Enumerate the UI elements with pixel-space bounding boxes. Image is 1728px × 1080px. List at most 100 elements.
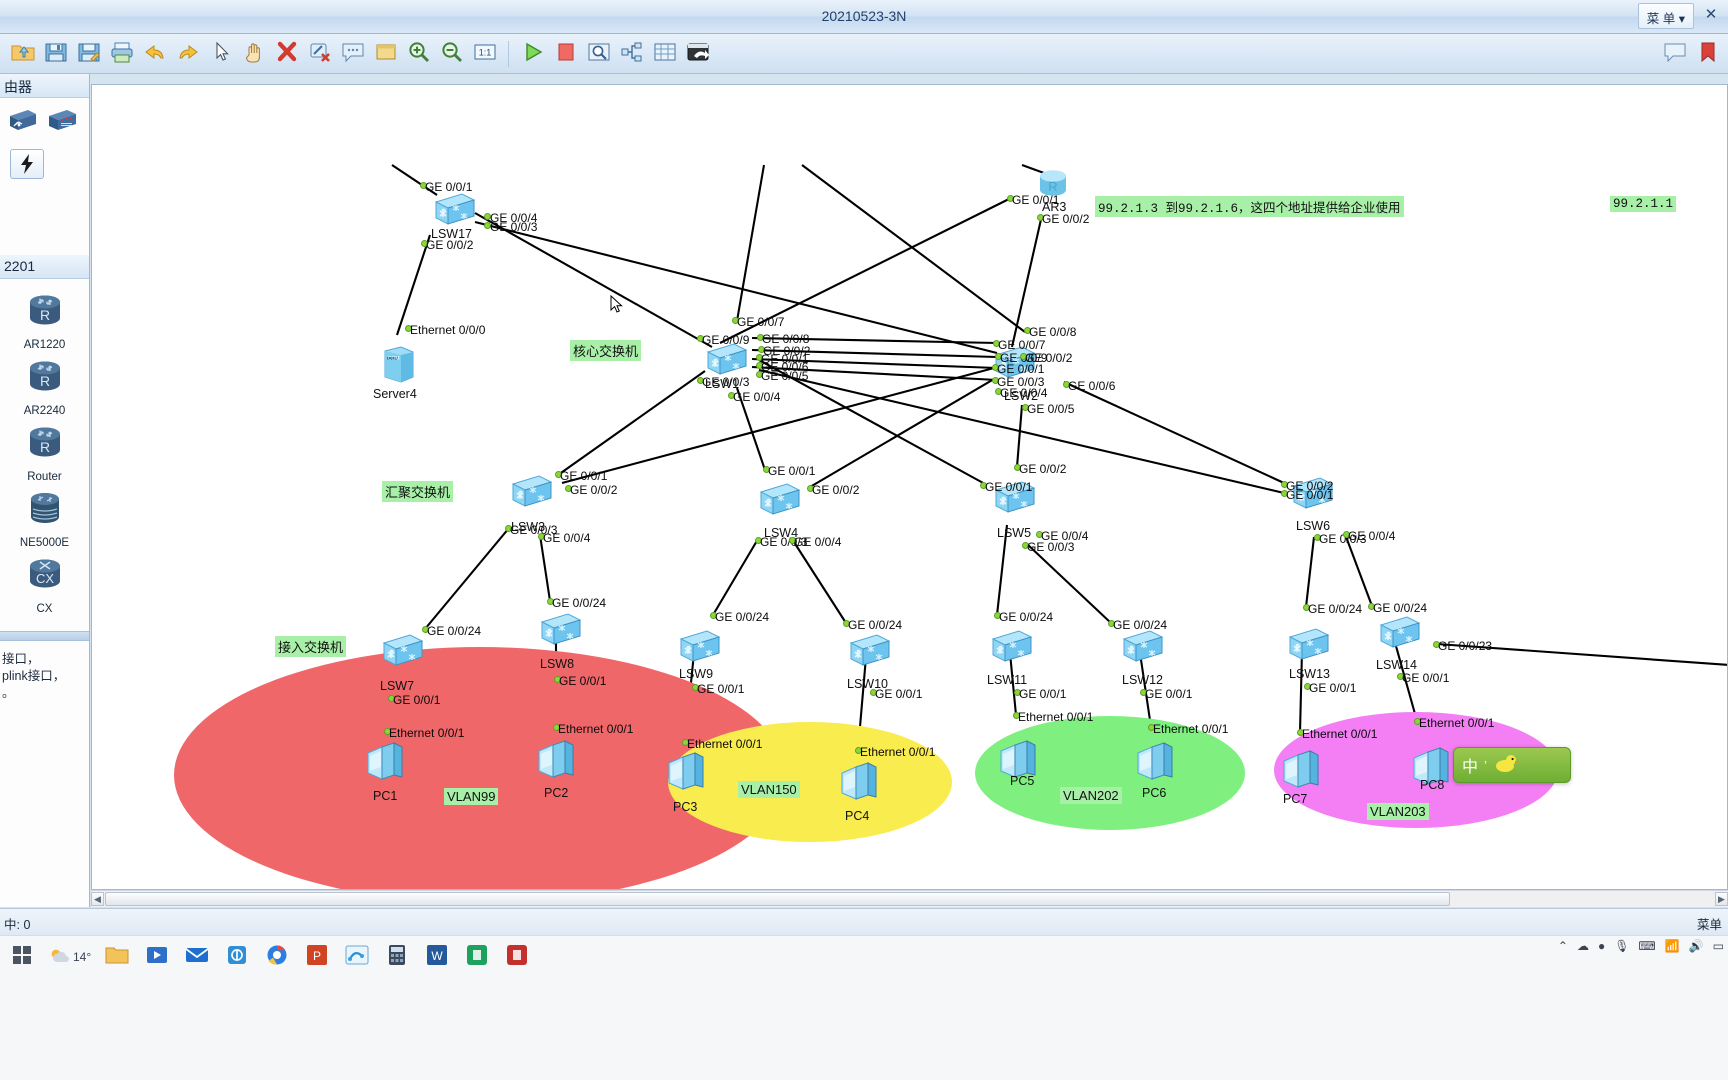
- start-button[interactable]: [4, 939, 40, 975]
- tray-notification-icon[interactable]: ▭: [1713, 939, 1724, 953]
- power-lightning-icon[interactable]: [10, 149, 44, 179]
- node-lsw7[interactable]: [380, 631, 426, 676]
- delete-link-button[interactable]: [303, 37, 336, 71]
- restore-window-button[interactable]: [681, 37, 714, 71]
- taskbar-item-red-app[interactable]: [499, 939, 535, 975]
- topology-canvas[interactable]: VLAN99 VLAN150 VLAN202 VLAN203 LSW17 R AR3 .CO…: [91, 84, 1728, 890]
- store-icon: [144, 943, 170, 972]
- node-lsw4[interactable]: [757, 480, 803, 525]
- tree-nodes-icon: [620, 41, 644, 68]
- node-lsw10[interactable]: [847, 631, 893, 676]
- frame-relay-device-icon[interactable]: [46, 106, 78, 141]
- magnifier-window-icon: [587, 41, 611, 68]
- device-cx[interactable]: CX CX: [0, 556, 89, 615]
- scroll-left-arrow[interactable]: ◀: [91, 892, 104, 906]
- topology-tree-button[interactable]: [615, 37, 648, 71]
- tray-orange-icon[interactable]: ●: [1598, 939, 1605, 953]
- node-lsw9[interactable]: [677, 627, 723, 672]
- tray-cloud-icon[interactable]: ☁: [1577, 939, 1589, 953]
- node-lsw14[interactable]: [1377, 613, 1423, 658]
- scrollbar-thumb[interactable]: [105, 892, 1450, 906]
- node-server4[interactable]: .COM: [379, 343, 419, 392]
- node-lsw8[interactable]: [538, 610, 584, 655]
- delete-button[interactable]: [270, 37, 303, 71]
- svg-text:1:1: 1:1: [478, 47, 491, 57]
- window-restore-icon: [686, 41, 710, 68]
- taskbar-item-word[interactable]: W: [419, 939, 455, 975]
- grid-button[interactable]: [648, 37, 681, 71]
- node-pc1[interactable]: [364, 737, 408, 790]
- horizontal-scrollbar[interactable]: ◀ ▶: [91, 890, 1728, 907]
- taskbar-item-mail[interactable]: [179, 939, 215, 975]
- device-router[interactable]: R Router: [0, 424, 89, 483]
- port-lsw8-ge0-0-24-label: GE 0/0/24: [552, 596, 607, 610]
- add-note-button[interactable]: [336, 37, 369, 71]
- node-pc3[interactable]: [665, 747, 709, 800]
- node-lsw13[interactable]: [1286, 625, 1332, 670]
- redo-button[interactable]: [171, 37, 204, 71]
- device-ar1220[interactable]: R AR1220: [0, 292, 89, 351]
- switch-icon: [380, 634, 426, 675]
- start-all-button[interactable]: [516, 37, 549, 71]
- chat-button[interactable]: [1658, 37, 1691, 71]
- cut-link-icon: [308, 41, 332, 68]
- pc-icon: [364, 742, 408, 789]
- device-ne5000e[interactable]: NE5000E: [0, 490, 89, 549]
- red-stop-icon: [554, 41, 578, 68]
- ensp-icon: [344, 943, 370, 972]
- tray-keyboard-icon[interactable]: ⌨: [1638, 939, 1655, 953]
- tray-chevron-up-icon[interactable]: ⌃: [1558, 939, 1568, 953]
- save-as-button[interactable]: [72, 37, 105, 71]
- port-lsw5-ge0-0-2-label: GE 0/0/2: [1019, 462, 1067, 476]
- taskbar-item-app1[interactable]: [219, 939, 255, 975]
- taskbar-item-calculator[interactable]: [379, 939, 415, 975]
- capture-packet-button[interactable]: [582, 37, 615, 71]
- switch-icon: [1377, 616, 1423, 657]
- red-bookmark-icon: [1696, 41, 1720, 68]
- port-lsw1-ge0-0-4-label: GE 0/0/4: [733, 390, 781, 404]
- wireless-device-icon[interactable]: [6, 106, 38, 141]
- node-pc6[interactable]: [1134, 737, 1178, 790]
- open-file-button[interactable]: [6, 37, 39, 71]
- green-play-icon: [521, 41, 545, 68]
- taskbar-item-ensp[interactable]: [339, 939, 375, 975]
- node-lsw12[interactable]: [1120, 627, 1166, 672]
- select-tool-button[interactable]: [204, 37, 237, 71]
- node-lsw11[interactable]: [989, 627, 1035, 672]
- zoom-reset-button[interactable]: 1:1: [468, 37, 501, 71]
- taskbar-item-green-app[interactable]: [459, 939, 495, 975]
- taskbar-item-powerpoint[interactable]: P: [299, 939, 335, 975]
- link-top-lsw1a: [735, 164, 766, 322]
- zoom-out-button[interactable]: [435, 37, 468, 71]
- bookmark-button[interactable]: [1691, 37, 1724, 71]
- taskbar-item-store[interactable]: [139, 939, 175, 975]
- port-lsw10-ge0-0-24-label: GE 0/0/24: [848, 618, 903, 632]
- pan-tool-button[interactable]: [237, 37, 270, 71]
- tray-volume-icon[interactable]: 🔊: [1689, 939, 1704, 953]
- close-icon[interactable]: ✕: [1700, 5, 1722, 25]
- taskbar-item-browser[interactable]: [259, 939, 295, 975]
- save-button[interactable]: [39, 37, 72, 71]
- node-pc4[interactable]: [838, 757, 882, 810]
- undo-button[interactable]: [138, 37, 171, 71]
- ime-indicator[interactable]: 中 ’: [1453, 747, 1571, 783]
- taskbar-item-explorer[interactable]: [99, 939, 135, 975]
- port-lsw6-ge0-0-4-label: GE 0/0/4: [1348, 529, 1396, 543]
- node-lsw3[interactable]: [509, 472, 555, 517]
- tray-microphone-icon[interactable]: 🎙: [1614, 939, 1629, 953]
- zoom-in-button[interactable]: [402, 37, 435, 71]
- menu-button[interactable]: 菜 单 ▾: [1637, 3, 1694, 29]
- tray-wifi-icon[interactable]: 📶: [1665, 939, 1680, 953]
- device-ar2240[interactable]: R AR2240: [0, 358, 89, 417]
- stop-all-button[interactable]: [549, 37, 582, 71]
- port-lsw2-ge0-0-5-label: GE 0/0/5: [1027, 402, 1075, 416]
- weather-widget[interactable]: 14°: [44, 946, 95, 969]
- node-pc2[interactable]: [535, 735, 579, 788]
- link-top-lsw2a: [801, 164, 1026, 333]
- scroll-right-arrow[interactable]: ▶: [1715, 892, 1728, 906]
- device-ne5000e-label: NE5000E: [19, 537, 70, 549]
- add-shape-button[interactable]: [369, 37, 402, 71]
- port-lsw2-ge0-0-6-label: GE 0/0/6: [1068, 379, 1116, 393]
- node-pc7[interactable]: [1280, 745, 1324, 798]
- print-button[interactable]: [105, 37, 138, 71]
